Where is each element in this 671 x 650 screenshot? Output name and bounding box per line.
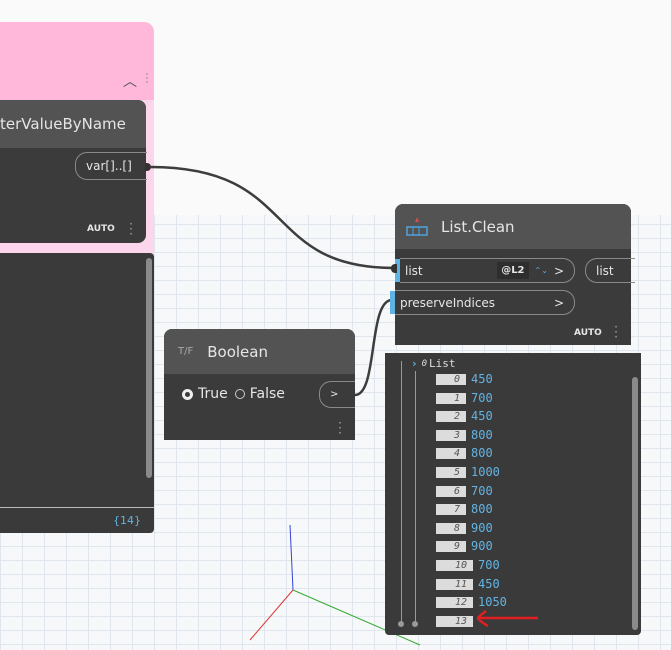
list-clean-icon [406,216,428,236]
radio-false[interactable] [234,389,245,399]
item-value: 450 [471,409,493,424]
list-item: 1 700 [436,390,493,405]
list-item: 12 1050 [436,595,507,610]
list-item: 3 800 [436,427,493,442]
input-connector[interactable] [391,264,397,273]
input-port-preserve-indices[interactable]: preserveIndices > [395,290,575,315]
item-index: 3 [436,429,466,441]
item-index: 2 [436,411,466,423]
list-clean-node[interactable]: List.Clean list @L2 ⌃⌄ > list preserveIn… [390,204,635,345]
list-clean-preview: › 0 List [385,353,641,635]
item-index: 11 [436,578,473,590]
list-item: 7 800 [436,502,493,517]
node-menu-icon[interactable]: · · · [338,417,342,439]
item-value: 900 [471,520,493,535]
item-index: 7 [436,504,466,516]
level-selector[interactable]: @L2 [497,262,529,279]
list-item: 2 450 [436,409,493,424]
list-item: 11 450 [436,576,500,591]
boolean-node[interactable]: T/F Boolean True False > · · · [164,329,355,440]
wire-list [149,165,396,270]
item-value: 1000 [471,465,500,479]
item-index: 13 [436,615,473,627]
item-value: 450 [471,372,493,386]
tree-line [415,371,416,625]
item-value: 700 [471,483,493,498]
item-value: 700 [471,390,493,405]
item-value: 700 [478,558,500,572]
port-arrow: > [553,263,564,278]
radio-true[interactable] [182,388,193,400]
node-title: List.Clean [441,217,515,236]
item-value: 800 [471,427,493,442]
item-index: 10 [436,560,473,571]
lacing-label[interactable]: AUTO [574,328,602,338]
item-value: 450 [478,576,500,591]
tree-node-dot [398,621,404,627]
output-port-list[interactable]: list [585,258,635,283]
option-true-label[interactable]: True [198,386,228,402]
item-value: 800 [471,502,493,517]
item-index: 9 [436,541,466,553]
boolean-icon: T/F [178,346,194,357]
item-index: 1 [436,392,466,404]
list-item: 5 1000 [436,465,500,479]
item-index: 6 [436,485,466,497]
red-arrow-annotation [476,610,538,628]
list-item: 8 900 [436,520,493,535]
item-value: 1050 [478,595,507,610]
level-stepper-icon[interactable]: ⌃⌄ [535,266,548,275]
list-item: 10 700 [436,558,500,572]
port-arrow: > [553,295,564,310]
expand-chevron-icon[interactable]: › [411,357,418,370]
item-index: 12 [436,597,473,609]
output-port[interactable]: > [319,381,355,408]
tree-line [401,361,402,625]
list-item: 4 800 [436,446,493,461]
list-header: List [429,357,456,370]
item-value: 900 [471,539,493,554]
tree-node-dot [412,621,418,627]
list-item: 9 900 [436,539,493,554]
list-level-index: 0 [421,358,428,369]
item-index: 8 [436,522,466,534]
node-title: Boolean [207,342,268,361]
port-label: preserveIndices [400,295,496,310]
list-item: 6 700 [436,483,493,498]
option-false-label[interactable]: False [250,386,285,402]
item-value: 800 [471,446,493,461]
item-index: 5 [436,467,466,478]
port-label: list [405,263,423,278]
list-item: 0 450 [436,372,493,386]
node-menu-icon[interactable]: · · · [614,321,618,343]
input-port-list[interactable]: list @L2 ⌃⌄ > [400,258,575,283]
item-index: 4 [436,448,466,460]
scrollbar[interactable] [632,377,638,630]
item-index: 0 [436,374,466,385]
